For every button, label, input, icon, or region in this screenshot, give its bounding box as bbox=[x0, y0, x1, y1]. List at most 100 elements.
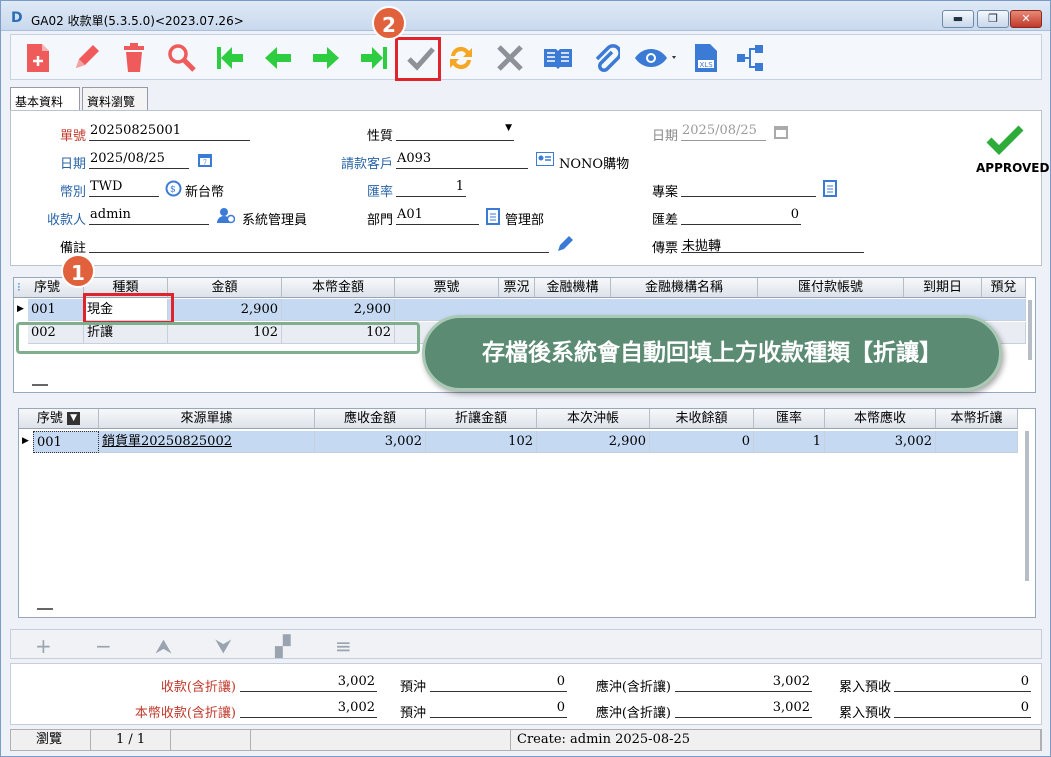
add-row-icon[interactable]: + bbox=[35, 634, 52, 658]
voucher-field: 未拋轉 bbox=[681, 235, 864, 254]
view-dropdown-button[interactable] bbox=[631, 40, 681, 76]
grid2-header-seq[interactable]: 序號 ▼ bbox=[19, 409, 99, 429]
edit-note-icon[interactable] bbox=[556, 235, 574, 257]
customer-name: NONO購物 bbox=[559, 157, 630, 172]
currency-icon[interactable]: $ bbox=[165, 180, 182, 201]
grid1-header-amount[interactable]: 金額 bbox=[168, 278, 282, 298]
grid1-header-bank[interactable]: 金融機構 bbox=[535, 278, 611, 298]
grid2-cell-receivable[interactable]: 3,002 bbox=[315, 431, 426, 453]
grid2-header-offset[interactable]: 本次沖帳 bbox=[537, 409, 650, 429]
dept-label: 部門 bbox=[366, 213, 393, 228]
new-button[interactable] bbox=[20, 40, 56, 76]
calendar-icon[interactable]: 7 bbox=[197, 151, 213, 172]
grid2-cell-local-discount[interactable] bbox=[936, 431, 1018, 453]
move-up-icon[interactable]: ⮝ bbox=[155, 634, 172, 658]
note-field[interactable] bbox=[89, 235, 549, 253]
grid1-cell-seq[interactable]: 001 bbox=[28, 299, 84, 321]
grid-menu-icon[interactable]: ⁝ bbox=[17, 280, 21, 294]
total-value: 3,002 bbox=[240, 674, 377, 692]
grid2-header-local-discount[interactable]: 本幣折讓 bbox=[936, 409, 1018, 429]
grid1-header-local-amount[interactable]: 本幣金額 bbox=[282, 278, 395, 298]
grid2-header-remaining[interactable]: 未收餘額 bbox=[650, 409, 754, 429]
attachment-button[interactable] bbox=[588, 40, 624, 76]
grid2-cell-seq[interactable]: 001 bbox=[33, 431, 99, 453]
sort-down-icon[interactable]: ▼ bbox=[67, 412, 81, 425]
doc-no-field[interactable]: 20250825001 bbox=[89, 123, 250, 141]
first-icon bbox=[217, 47, 243, 69]
status-bar: 瀏覽 1 / 1 Create: admin 2025-08-25 bbox=[10, 729, 1042, 751]
grid1-header-due-date[interactable]: 到期日 bbox=[904, 278, 982, 298]
menu-icon[interactable]: ≡ bbox=[335, 634, 352, 658]
last-record-button[interactable] bbox=[356, 40, 392, 76]
contact-card-icon[interactable] bbox=[536, 152, 554, 170]
grid2-cell-source-link[interactable]: 銷貨單20250825002 bbox=[99, 431, 315, 453]
minimize-button[interactable]: ▬ bbox=[942, 10, 974, 28]
total-label: 本幣收款(含折讓) bbox=[134, 706, 236, 721]
status-empty bbox=[171, 730, 251, 750]
close-button[interactable]: ✕ bbox=[1010, 10, 1042, 28]
remove-row-icon[interactable]: − bbox=[95, 634, 112, 658]
grid1-cell-local[interactable]: 2,900 bbox=[282, 299, 395, 321]
grid1-header-ticket-no[interactable]: 票號 bbox=[395, 278, 499, 298]
grid2-header-rate[interactable]: 匯率 bbox=[754, 409, 825, 429]
clipboard-icon[interactable] bbox=[486, 207, 500, 229]
grid2-cell-offset[interactable]: 2,900 bbox=[537, 431, 650, 453]
grid1-header-pre[interactable]: 預兌 bbox=[982, 278, 1026, 298]
arrow-right-icon bbox=[313, 47, 339, 69]
tab-data-browse[interactable]: 資料瀏覽 bbox=[82, 87, 148, 111]
date1-field: 2025/08/25 bbox=[681, 123, 766, 141]
arrow-left-icon bbox=[265, 47, 291, 69]
clipboard-icon[interactable] bbox=[823, 179, 837, 201]
grid1-header-ticket-status[interactable]: 票況 bbox=[499, 278, 535, 298]
currency-field[interactable]: TWD bbox=[89, 179, 159, 197]
dept-field[interactable]: A01 bbox=[396, 207, 479, 225]
grid2-header-local-receivable[interactable]: 本幣應收 bbox=[825, 409, 936, 429]
highlight-box bbox=[16, 322, 420, 354]
rate-field[interactable]: 1 bbox=[396, 179, 466, 197]
grid2-header-receivable[interactable]: 應收金額 bbox=[315, 409, 426, 429]
search-button[interactable] bbox=[164, 40, 200, 76]
cancel-button[interactable] bbox=[492, 40, 528, 76]
project-field[interactable] bbox=[681, 179, 816, 197]
delete-button[interactable] bbox=[116, 40, 152, 76]
refresh-button[interactable] bbox=[443, 40, 479, 76]
tab-basic-info[interactable]: 基本資料 bbox=[10, 87, 80, 111]
next-record-button[interactable] bbox=[308, 40, 344, 76]
move-down-icon[interactable]: ⮟ bbox=[215, 634, 232, 658]
payee-field[interactable]: admin bbox=[89, 207, 209, 225]
grid2-cell-remaining[interactable]: 0 bbox=[650, 431, 754, 453]
maximize-button[interactable]: ❐ bbox=[977, 10, 1009, 28]
flow-button[interactable] bbox=[732, 40, 768, 76]
svg-text:XLS: XLS bbox=[700, 61, 714, 69]
collapse-handle[interactable] bbox=[37, 608, 53, 610]
prev-record-button[interactable] bbox=[260, 40, 296, 76]
edit-button[interactable] bbox=[68, 40, 104, 76]
export-xls-button[interactable]: XLS bbox=[688, 40, 724, 76]
grid1-header-bank-name[interactable]: 金融機構名稱 bbox=[611, 278, 758, 298]
blocks-icon[interactable]: ▞ bbox=[275, 634, 290, 658]
grid1-cell-amount[interactable]: 2,900 bbox=[168, 299, 282, 321]
first-record-button[interactable] bbox=[212, 40, 248, 76]
grid2-cell-discount[interactable]: 102 bbox=[426, 431, 537, 453]
xls-file-icon: XLS bbox=[695, 44, 717, 72]
grid2-header-discount[interactable]: 折讓金額 bbox=[426, 409, 537, 429]
sync-icon bbox=[450, 46, 472, 70]
grid1-header-account[interactable]: 匯付款帳號 bbox=[758, 278, 904, 298]
date-field[interactable]: 2025/08/25 bbox=[89, 151, 189, 169]
nature-select[interactable]: ▼ bbox=[396, 123, 514, 141]
pencil-icon bbox=[76, 45, 99, 68]
rate-label: 匯率 bbox=[366, 185, 393, 200]
grid2-header-source[interactable]: 來源單據 bbox=[99, 409, 315, 429]
grid2-cell-rate[interactable]: 1 bbox=[754, 431, 825, 453]
step-badge: 2 bbox=[372, 6, 406, 40]
scrollbar[interactable] bbox=[1028, 300, 1032, 360]
customer-field[interactable]: A093 bbox=[396, 151, 528, 169]
title-bar: D GA02 收款單(5.3.5.0)<2023.07.26> ▬ ❐ ✕ bbox=[1, 1, 1050, 31]
date-label: 日期 bbox=[59, 157, 86, 172]
scrollbar[interactable] bbox=[1025, 431, 1029, 581]
manual-button[interactable] bbox=[540, 40, 576, 76]
grid2-cell-local-receivable[interactable]: 3,002 bbox=[825, 431, 936, 453]
collapse-handle[interactable] bbox=[32, 384, 48, 386]
currency-name: 新台幣 bbox=[185, 185, 225, 200]
user-icon[interactable] bbox=[217, 207, 236, 228]
